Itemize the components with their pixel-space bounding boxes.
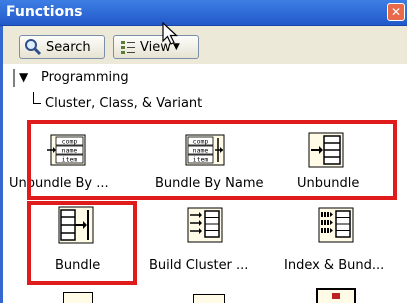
palette-panel: ▼ Programming Cluster, Class, & Variant … bbox=[0, 64, 407, 303]
tree-node-cluster[interactable]: Cluster, Class, & Variant bbox=[45, 96, 202, 111]
palette-item-label: Unbundle bbox=[297, 176, 360, 191]
icon-text-item: item bbox=[193, 156, 209, 164]
bundle-by-name-icon: comp name item bbox=[185, 134, 225, 166]
index-bundle-array-icon bbox=[318, 207, 354, 243]
palette-item-partial-3[interactable] bbox=[316, 288, 356, 303]
unbundle-icon bbox=[308, 132, 344, 168]
tree-guide bbox=[13, 69, 15, 87]
unbundle-by-name-icon: comp name item bbox=[47, 134, 86, 166]
close-icon: ✕ bbox=[390, 5, 402, 19]
window-title: Functions bbox=[6, 4, 83, 20]
icon-text-comp: comp bbox=[62, 138, 78, 146]
toolbar: Search View ▼ bbox=[0, 26, 407, 64]
search-button[interactable]: Search bbox=[19, 35, 105, 59]
palette-item-label: Build Cluster ... bbox=[149, 258, 249, 273]
tree-node-programming[interactable]: Programming bbox=[41, 70, 129, 85]
icon-text-name: name bbox=[62, 147, 78, 155]
palette-item-label: Index & Bund... bbox=[284, 258, 385, 273]
search-label: Search bbox=[46, 39, 91, 55]
view-list-icon bbox=[121, 41, 135, 54]
icon-text-name: name bbox=[193, 147, 209, 155]
bundle-icon bbox=[58, 206, 94, 244]
view-button[interactable]: View ▼ bbox=[113, 35, 199, 59]
title-bar: Functions ✕ bbox=[0, 0, 407, 26]
palette-item-bundle[interactable]: Bundle bbox=[28, 205, 138, 277]
palette-item-label: Unbundle By ... bbox=[9, 176, 109, 191]
palette-item-unbundle-by-name[interactable]: comp name item Unbundle By ... bbox=[3, 130, 153, 200]
palette-item-bundle-by-name[interactable]: comp name item Bundle By Name bbox=[153, 130, 273, 200]
build-cluster-array-icon bbox=[187, 207, 223, 243]
close-button[interactable]: ✕ bbox=[387, 3, 405, 21]
mouse-cursor-icon bbox=[162, 22, 179, 45]
palette-item-build-cluster[interactable]: Build Cluster ... bbox=[143, 205, 273, 277]
palette-item-partial-1[interactable] bbox=[63, 292, 93, 303]
expand-triangle-icon[interactable]: ▼ bbox=[19, 70, 28, 84]
palette-item-label: Bundle bbox=[55, 258, 101, 273]
palette-item-label: Bundle By Name bbox=[155, 176, 264, 191]
tree-connector bbox=[33, 92, 41, 104]
palette-item-unbundle[interactable]: Unbundle bbox=[273, 130, 383, 200]
magnifier-icon bbox=[25, 39, 42, 56]
partial-icon-mark bbox=[332, 293, 340, 299]
palette-item-partial-2[interactable] bbox=[193, 294, 225, 303]
icon-text-comp: comp bbox=[193, 138, 209, 146]
icon-text-item: item bbox=[62, 156, 78, 164]
palette-item-index-and-bundle[interactable]: Index & Bund... bbox=[278, 205, 407, 277]
